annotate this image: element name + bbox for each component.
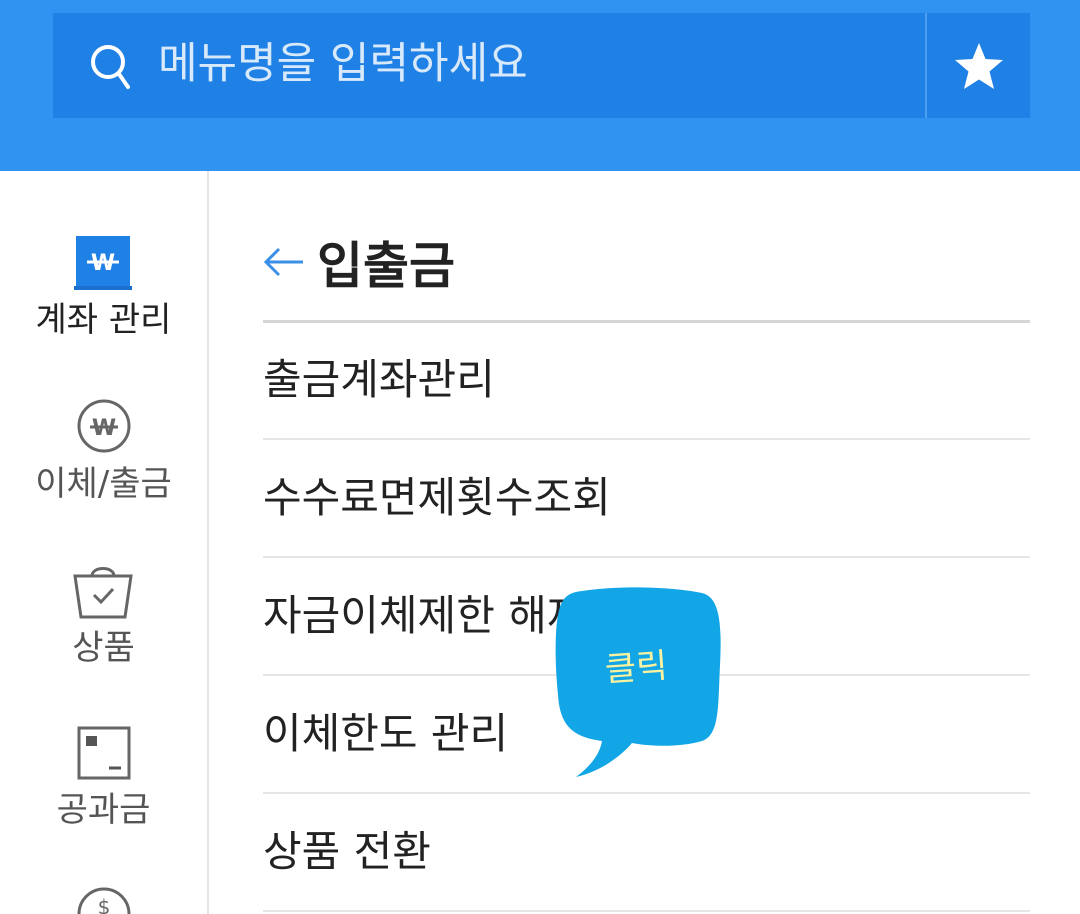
back-header: 입출금	[263, 227, 455, 297]
sidebar-item-label: 상품	[72, 628, 135, 668]
svg-text:$: $	[98, 895, 111, 914]
sidebar-item-account[interactable]: W 계좌 관리	[0, 234, 207, 344]
sidebar-item-label: 계좌 관리	[35, 300, 172, 340]
sidebar-item-products[interactable]: 상품	[0, 562, 207, 672]
search-icon[interactable]	[88, 42, 134, 92]
back-arrow-icon[interactable]	[263, 247, 305, 277]
favorite-button[interactable]	[927, 13, 1030, 118]
sidebar-item-transfer[interactable]: W 이체/출금	[0, 398, 207, 508]
bubble-label: 클릭	[603, 645, 669, 691]
sidebar-item-label: 공과금	[56, 790, 151, 830]
menu-item-label: 상품 전환	[263, 827, 431, 876]
main-panel: 입출금 출금계좌관리 수수료면제횟수조회 자금이체제한 해제 이체한도 관리 상…	[209, 171, 1080, 914]
dollar-circle-icon: $	[77, 887, 131, 914]
page-title: 입출금	[317, 237, 455, 295]
sidebar-item-exchange[interactable]: $	[0, 886, 207, 914]
menu-item-withdrawal-account[interactable]: 출금계좌관리	[263, 322, 1030, 440]
menu-item-fee-exemption[interactable]: 수수료면제횟수조회	[263, 440, 1030, 558]
shopping-bag-icon	[73, 567, 133, 619]
menu-item-label: 출금계좌관리	[263, 355, 495, 404]
menu-item-product-conversion[interactable]: 상품 전환	[263, 794, 1030, 912]
menu-item-label: 이체한도 관리	[263, 709, 509, 758]
header: 메뉴명을 입력하세요	[0, 0, 1080, 171]
won-circle-icon: W	[77, 399, 131, 453]
won-card-icon: W	[74, 236, 132, 290]
sidebar-item-label: 이체/출금	[35, 464, 172, 504]
menu-item-label: 수수료면제횟수조회	[263, 473, 611, 522]
bill-icon	[77, 726, 131, 780]
sidebar-item-bills[interactable]: 공과금	[0, 726, 207, 836]
divider	[263, 910, 1030, 912]
search-input[interactable]: 메뉴명을 입력하세요	[158, 33, 528, 95]
menu-item-label: 자금이체제한 해제	[263, 591, 586, 640]
star-icon	[954, 42, 1003, 89]
